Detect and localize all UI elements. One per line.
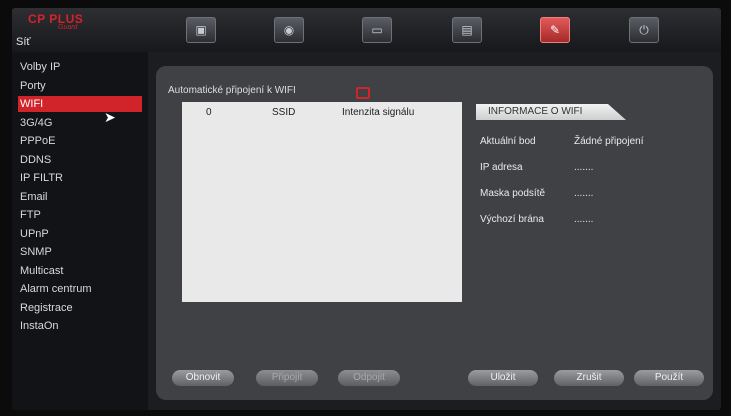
sidebar-item-ftp[interactable]: FTP [18,207,142,223]
column-header-index: 0 [206,107,212,118]
apply-button[interactable]: Použít [634,370,704,386]
sidebar: Volby IP Porty WIFI 3G/4G PPPoE DDNS IP … [12,52,148,410]
column-header-ssid: SSID [272,107,296,118]
monitor-icon[interactable]: ▣ [186,17,216,43]
auto-connect-checkbox[interactable] [356,87,370,99]
default-gateway-value: ....... [574,214,594,225]
logo-subtext: Guard [58,24,78,31]
storage-icon[interactable]: ▤ [452,17,482,43]
sidebar-item-multicast[interactable]: Multicast [18,263,142,279]
dvr-screen: CP PLUS Guard Síť ▣ ◉ ▭ ▤ ✎ ⏻ Volby IP P… [12,8,721,410]
disconnect-button[interactable]: Odpojit [338,370,400,386]
auto-connect-label: Automatické připojení k WIFI [168,85,296,96]
refresh-button[interactable]: Obnovit [172,370,234,386]
connect-button[interactable]: Připojit [256,370,318,386]
default-gateway-label: Výchozí brána [480,214,544,225]
sidebar-item-ddns[interactable]: DDNS [18,152,142,168]
sidebar-item-snmp[interactable]: SNMP [18,244,142,260]
sidebar-item-wifi[interactable]: WIFI [18,96,142,112]
top-bar: CP PLUS Guard Síť ▣ ◉ ▭ ▤ ✎ ⏻ [12,8,721,52]
sidebar-item-email[interactable]: Email [18,189,142,205]
power-icon[interactable]: ⏻ [629,17,659,43]
display-icon[interactable]: ▭ [362,17,392,43]
sidebar-item-alarm-centrum[interactable]: Alarm centrum [18,281,142,297]
sidebar-item-upnp[interactable]: UPnP [18,226,142,242]
current-ap-label: Aktuální bod [480,136,536,147]
sidebar-item-ip-filtr[interactable]: IP FILTR [18,170,142,186]
sidebar-item-volby-ip[interactable]: Volby IP [18,59,142,75]
section-title: Síť [16,36,31,48]
mouse-cursor-icon: ➤ [104,109,116,125]
sidebar-item-instaon[interactable]: InstaOn [18,318,142,334]
subnet-mask-value: ....... [574,188,594,199]
logo: CP PLUS Guard [18,12,158,56]
save-button[interactable]: Uložit [468,370,538,386]
sidebar-item-pppoe[interactable]: PPPoE [18,133,142,149]
wifi-info-header: INFORMACE O WIFI [476,104,626,120]
ip-address-value: ....... [574,162,594,173]
wrench-icon[interactable]: ✎ [540,17,570,43]
camera-icon[interactable]: ◉ [274,17,304,43]
subnet-mask-label: Maska podsítě [480,188,546,199]
sidebar-item-porty[interactable]: Porty [18,78,142,94]
sidebar-item-registrace[interactable]: Registrace [18,300,142,316]
column-header-signal: Intenzita signálu [342,107,415,118]
cancel-button[interactable]: Zrušit [554,370,624,386]
sidebar-item-3g4g[interactable]: 3G/4G [18,115,142,131]
wifi-network-table[interactable]: 0 SSID Intenzita signálu [182,102,462,302]
current-ap-value: Žádné připojení [574,136,644,147]
wifi-panel: Automatické připojení k WIFI 0 SSID Inte… [156,66,713,400]
ip-address-label: IP adresa [480,162,523,173]
